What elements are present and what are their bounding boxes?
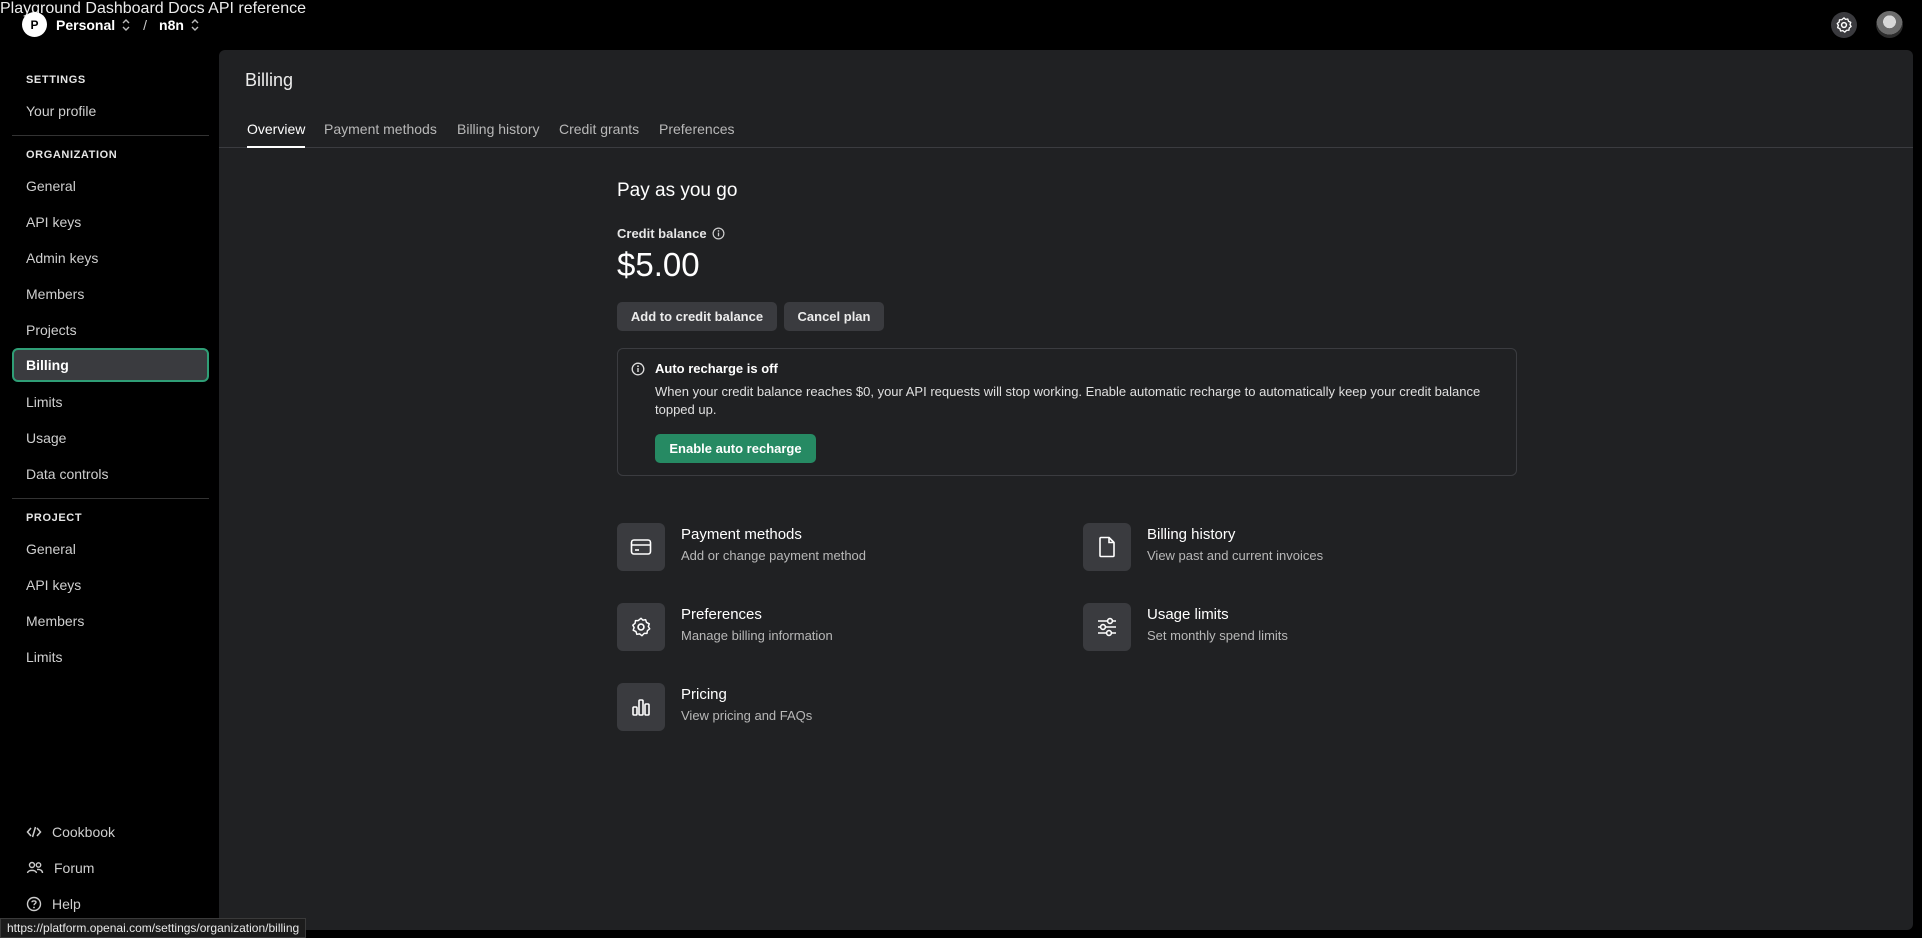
- sidebar-item-help[interactable]: Help: [26, 896, 81, 912]
- card-title: Usage limits: [1147, 606, 1229, 623]
- tab-payment-methods[interactable]: Payment methods: [324, 121, 437, 137]
- tab-preferences[interactable]: Preferences: [659, 121, 734, 137]
- chart-icon: [632, 699, 650, 716]
- section-title-settings: SETTINGS: [26, 74, 86, 86]
- sidebar-item-forum[interactable]: Forum: [26, 860, 94, 876]
- gear-icon: [632, 617, 651, 637]
- card-subtitle: Manage billing information: [681, 628, 833, 643]
- sidebar-item-project-members[interactable]: Members: [12, 604, 209, 638]
- card-icon-box: [1083, 523, 1131, 571]
- sidebar-item-limits[interactable]: Limits: [12, 385, 209, 419]
- card-icon-box: [1083, 603, 1131, 651]
- tab-billing-history[interactable]: Billing history: [457, 121, 539, 137]
- sidebar: SETTINGS Your profile ORGANIZATION Gener…: [0, 50, 219, 938]
- card-title: Preferences: [681, 606, 762, 623]
- chevron-updown-icon: [191, 18, 199, 31]
- card-title: Payment methods: [681, 526, 802, 543]
- card-subtitle: Add or change payment method: [681, 548, 867, 563]
- sidebar-item-admin-keys[interactable]: Admin keys: [12, 241, 209, 275]
- sidebar-item-label: Cookbook: [52, 824, 116, 840]
- info-icon[interactable]: [712, 227, 725, 240]
- top-bar: P Personal / n8n Playground Dashboard Do…: [0, 0, 1922, 50]
- user-avatar[interactable]: [1876, 11, 1903, 38]
- card-icon-box: [617, 523, 665, 571]
- org-avatar: P: [22, 12, 47, 37]
- auto-recharge-title: Auto recharge is off: [655, 361, 778, 376]
- sidebar-item-api-keys[interactable]: API keys: [12, 205, 209, 239]
- tab-credit-grants[interactable]: Credit grants: [559, 121, 639, 137]
- sidebar-item-projects[interactable]: Projects: [12, 313, 209, 347]
- plan-title: Pay as you go: [617, 180, 738, 201]
- org-name: Personal: [56, 16, 116, 33]
- card-icon-box: [617, 683, 665, 731]
- card-payment-methods[interactable]: Payment methods Add or change payment me…: [617, 523, 1017, 573]
- sidebar-item-label: Forum: [54, 860, 95, 876]
- sidebar-item-your-profile[interactable]: Your profile: [12, 94, 209, 128]
- people-icon: [26, 861, 44, 874]
- add-credit-button[interactable]: Add to credit balance: [617, 302, 777, 331]
- card-title: Billing history: [1147, 526, 1236, 543]
- cancel-plan-button[interactable]: Cancel plan: [784, 302, 884, 331]
- code-icon: [26, 826, 42, 838]
- card-title: Pricing: [681, 686, 727, 703]
- breadcrumb-separator: /: [143, 16, 148, 33]
- sidebar-item-cookbook[interactable]: Cookbook: [26, 824, 115, 840]
- sidebar-item-project-api-keys[interactable]: API keys: [12, 568, 209, 602]
- card-billing-history[interactable]: Billing history View past and current in…: [1083, 523, 1483, 573]
- tab-overview[interactable]: Overview: [247, 121, 306, 148]
- settings-button[interactable]: [1831, 12, 1857, 38]
- card-subtitle: Set monthly spend limits: [1147, 628, 1288, 643]
- auto-recharge-description: When your credit balance reaches $0, you…: [655, 384, 1481, 417]
- page-title: Billing: [245, 70, 294, 90]
- sidebar-item-members[interactable]: Members: [12, 277, 209, 311]
- credit-balance-value: $5.00: [617, 246, 700, 283]
- auto-recharge-notice: Auto recharge is off When your credit ba…: [617, 348, 1517, 476]
- tab-bar: Overview Payment methods Billing history…: [219, 110, 1913, 148]
- divider: [12, 498, 209, 499]
- sidebar-item-project-general[interactable]: General: [12, 532, 209, 566]
- credit-balance-label: Credit balance: [617, 226, 725, 241]
- sidebar-item-project-limits[interactable]: Limits: [12, 640, 209, 674]
- section-title-project: PROJECT: [26, 512, 83, 524]
- section-title-organization: ORGANIZATION: [26, 149, 118, 161]
- org-switcher[interactable]: P Personal / n8n: [22, 12, 200, 37]
- credit-card-icon: [630, 539, 652, 555]
- sidebar-item-usage[interactable]: Usage: [12, 421, 209, 455]
- project-name[interactable]: n8n: [159, 17, 184, 33]
- card-subtitle: View past and current invoices: [1147, 548, 1324, 563]
- enable-auto-recharge-button[interactable]: Enable auto recharge: [655, 434, 816, 463]
- status-bar-url: https://platform.openai.com/settings/org…: [0, 918, 307, 938]
- sidebar-item-label: Help: [52, 896, 81, 912]
- card-preferences[interactable]: Preferences Manage billing information: [617, 603, 1017, 653]
- info-icon: [631, 362, 645, 376]
- main-panel: Billing Overview Payment methods Billing…: [219, 50, 1913, 930]
- card-pricing[interactable]: Pricing View pricing and FAQs: [617, 683, 1017, 733]
- help-icon: [26, 896, 42, 912]
- credit-balance-label-text: Credit balance: [617, 226, 707, 241]
- chevron-updown-icon: [122, 18, 130, 31]
- nav-api-reference[interactable]: API reference: [208, 0, 306, 17]
- gear-icon: [1836, 17, 1852, 33]
- sidebar-item-general[interactable]: General: [12, 169, 209, 203]
- card-icon-box: [617, 603, 665, 651]
- card-usage-limits[interactable]: Usage limits Set monthly spend limits: [1083, 603, 1483, 653]
- sliders-icon: [1098, 617, 1116, 637]
- sidebar-item-billing[interactable]: Billing: [12, 348, 209, 382]
- document-icon: [1099, 536, 1115, 558]
- sidebar-item-data-controls[interactable]: Data controls: [12, 457, 209, 491]
- divider: [12, 135, 209, 136]
- card-subtitle: View pricing and FAQs: [681, 708, 813, 723]
